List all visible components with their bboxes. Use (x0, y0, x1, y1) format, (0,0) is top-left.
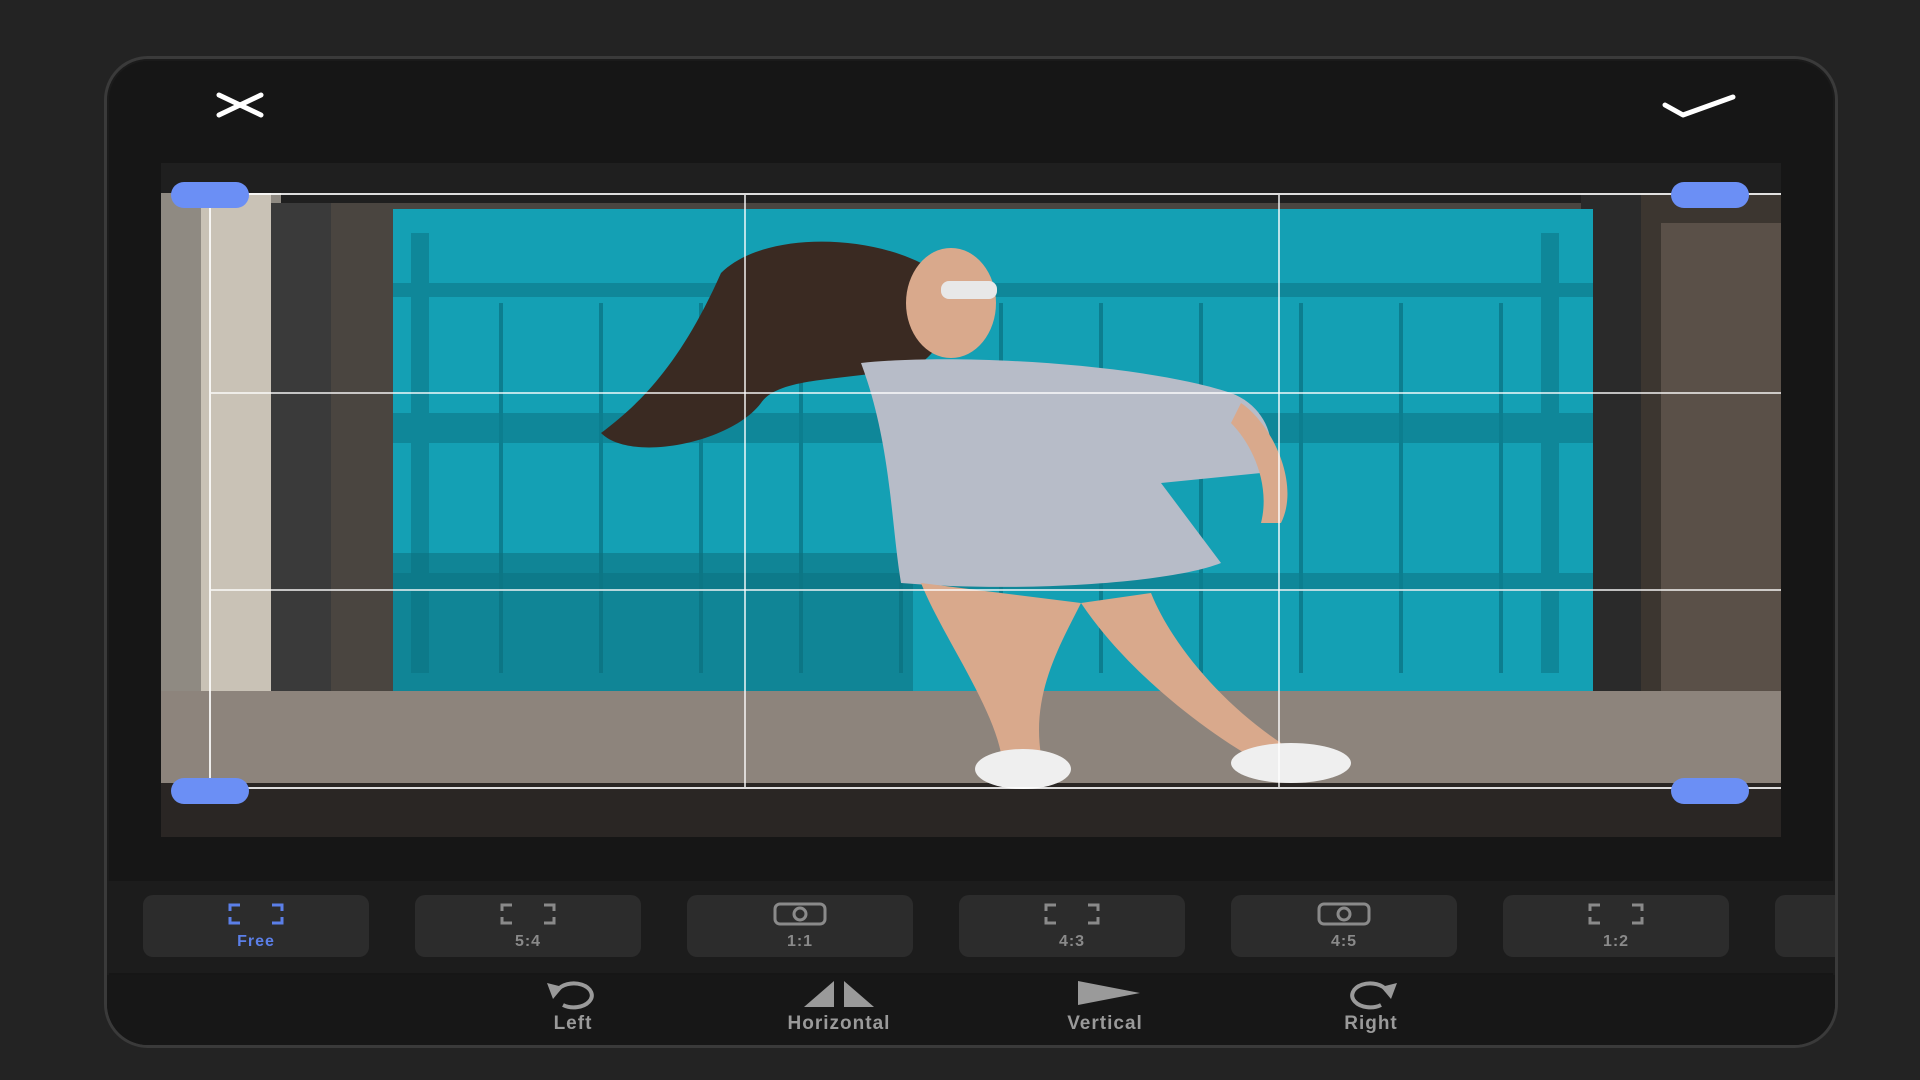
rotate-left-button[interactable]: Left (473, 977, 673, 1043)
crop-handle-top-left[interactable] (171, 182, 249, 208)
rotate-flip-bar: Left Horizontal Vertical Right (107, 975, 1835, 1045)
instagram-icon (1317, 902, 1371, 926)
crop-frame-icon (500, 903, 556, 925)
grid-line (211, 392, 1781, 395)
ratio-more-button[interactable] (1775, 895, 1835, 957)
close-icon (216, 92, 264, 118)
rotate-label: Right (1344, 1013, 1398, 1034)
ratio-label: 1:2 (1602, 933, 1630, 950)
instagram-icon (773, 902, 827, 926)
crop-handle-bottom-left[interactable] (171, 778, 249, 804)
flip-label: Vertical (1067, 1013, 1143, 1034)
top-bar (107, 59, 1835, 159)
aspect-ratio-bar: Free 5:4 1:1 4:3 4:5 1:2 (107, 881, 1835, 973)
checkmark-icon (1662, 94, 1736, 118)
ratio-label: 5:4 (514, 933, 542, 950)
grid-line (744, 195, 747, 787)
confirm-button[interactable] (1645, 79, 1745, 139)
flip-horizontal-icon (804, 981, 874, 1007)
ratio-label: 1:1 (786, 933, 814, 950)
ratio-free-button[interactable]: Free (143, 895, 369, 957)
ratio-label: Free (237, 933, 275, 950)
flip-horizontal-button[interactable]: Horizontal (739, 977, 939, 1043)
rotate-label: Left (553, 1013, 593, 1034)
crop-handle-bottom-right[interactable] (1671, 778, 1749, 804)
crop-canvas[interactable] (161, 163, 1781, 837)
ratio-label: 4:5 (1330, 933, 1358, 950)
crop-handle-top-right[interactable] (1671, 182, 1749, 208)
free-crop-icon (228, 903, 284, 925)
flip-label: Horizontal (787, 1013, 891, 1034)
grid-line (1277, 195, 1280, 787)
rotate-right-icon (1350, 981, 1397, 1010)
crop-frame[interactable] (209, 193, 1781, 789)
ratio-4-5-button[interactable]: 4:5 (1231, 895, 1457, 957)
close-button[interactable] (207, 79, 287, 139)
grid-line (211, 589, 1781, 592)
ratio-5-4-button[interactable]: 5:4 (415, 895, 641, 957)
ratio-1-1-button[interactable]: 1:1 (687, 895, 913, 957)
ratio-4-3-button[interactable]: 4:3 (959, 895, 1185, 957)
ratio-label: 4:3 (1058, 933, 1086, 950)
photo-editor-window: Free 5:4 1:1 4:3 4:5 1:2 Left Horizontal… (104, 56, 1838, 1048)
crop-frame-icon (1588, 903, 1644, 925)
crop-frame-icon (1044, 903, 1100, 925)
rotate-left-icon (547, 981, 594, 1010)
flip-vertical-icon (1078, 981, 1140, 1005)
flip-vertical-button[interactable]: Vertical (1005, 977, 1205, 1043)
rotate-right-button[interactable]: Right (1271, 977, 1471, 1043)
ratio-1-2-button[interactable]: 1:2 (1503, 895, 1729, 957)
